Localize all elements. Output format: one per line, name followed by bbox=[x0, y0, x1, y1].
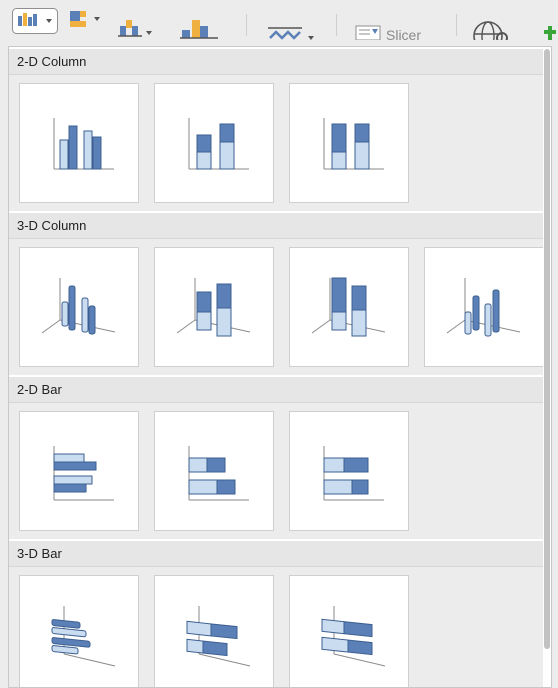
toolbar: Slicer bbox=[0, 0, 558, 40]
100-stacked-bar-icon bbox=[323, 446, 384, 501]
3d-100-stacked-bar-option[interactable] bbox=[289, 575, 409, 687]
slicer-icon bbox=[355, 25, 381, 40]
hierarchy-chart-button[interactable] bbox=[68, 6, 102, 34]
stacked-column-icon bbox=[188, 118, 249, 170]
clustered-column-option[interactable] bbox=[19, 83, 139, 203]
plus-icon bbox=[544, 26, 556, 40]
column-chart-button[interactable] bbox=[12, 8, 58, 36]
3d-clustered-column-icon bbox=[41, 278, 116, 335]
section-header-3d-bar: 3-D Bar bbox=[9, 541, 551, 567]
section-header-2d-bar: 2-D Bar bbox=[9, 377, 551, 403]
chevron-down-icon bbox=[94, 17, 100, 21]
add-button[interactable] bbox=[544, 6, 558, 40]
stacked-bar-option[interactable] bbox=[154, 411, 274, 531]
stacked-column-option[interactable] bbox=[154, 83, 274, 203]
100-stacked-column-option[interactable] bbox=[289, 83, 409, 203]
3d-100-stacked-column-icon bbox=[311, 277, 386, 337]
chevron-down-icon bbox=[308, 36, 314, 40]
waterfall-chart-icon bbox=[118, 20, 142, 37]
section-header-3d-column: 3-D Column bbox=[9, 213, 551, 239]
combo-chart-button[interactable] bbox=[178, 6, 222, 39]
scrollbar[interactable] bbox=[543, 47, 551, 687]
slicer-label: Slicer bbox=[386, 27, 422, 40]
3d-stacked-bar-icon bbox=[186, 606, 251, 667]
section-header-2d-column: 2-D Column bbox=[9, 49, 551, 75]
3d-clustered-bar-option[interactable] bbox=[19, 575, 139, 687]
chart-gallery-panel: 2-D Column 3-D Column 2-D Bar 3-D Bar bbox=[8, 46, 552, 688]
globe-icon bbox=[473, 21, 508, 40]
3d-clustered-bar-icon bbox=[51, 606, 116, 667]
3d-100-stacked-bar-icon bbox=[321, 606, 386, 667]
3d-100-stacked-column-option[interactable] bbox=[289, 247, 409, 367]
3d-clustered-column-option[interactable] bbox=[19, 247, 139, 367]
100-stacked-bar-option[interactable] bbox=[289, 411, 409, 531]
stacked-bar-icon bbox=[188, 446, 249, 501]
hierarchy-chart-icon bbox=[70, 11, 86, 27]
toolbar-separator bbox=[336, 14, 337, 36]
clustered-column-icon bbox=[53, 118, 114, 170]
toolbar-separator bbox=[456, 14, 457, 36]
clustered-bar-icon bbox=[53, 446, 114, 501]
3d-stacked-column-option[interactable] bbox=[154, 247, 274, 367]
3d-column-option[interactable] bbox=[424, 247, 544, 367]
waterfall-chart-button[interactable] bbox=[116, 6, 156, 37]
sparkline-icon bbox=[268, 27, 302, 40]
100-stacked-column-icon bbox=[323, 118, 384, 170]
sparkline-button[interactable] bbox=[266, 6, 320, 40]
3d-column-icon bbox=[446, 278, 521, 337]
3d-stacked-bar-option[interactable] bbox=[154, 575, 274, 687]
clustered-bar-option[interactable] bbox=[19, 411, 139, 531]
3d-stacked-column-icon bbox=[176, 278, 251, 337]
combo-chart-icon bbox=[180, 20, 218, 39]
toolbar-separator bbox=[246, 14, 247, 36]
chevron-down-icon bbox=[146, 31, 152, 35]
map-button[interactable] bbox=[472, 6, 512, 40]
scrollbar-thumb[interactable] bbox=[544, 49, 550, 649]
